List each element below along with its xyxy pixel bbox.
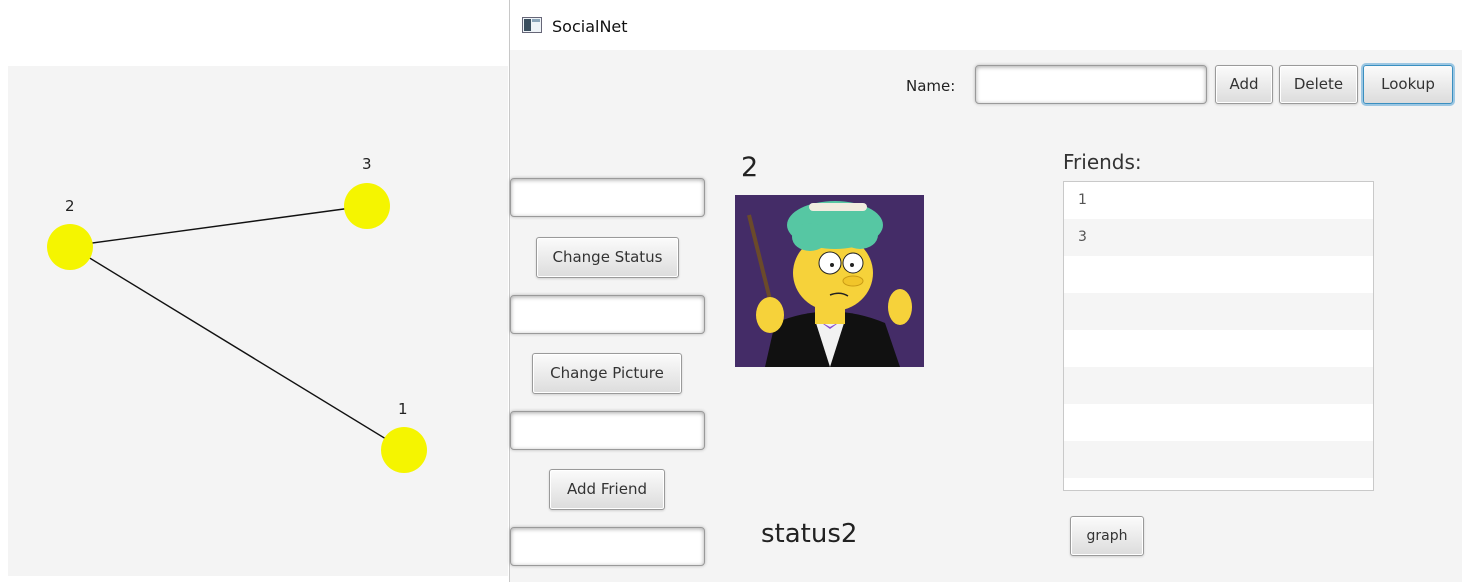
list-item[interactable] xyxy=(1064,404,1373,441)
socialnet-window: SocialNet Name: Add Delete Lookup Change… xyxy=(509,0,1462,582)
change-status-button[interactable]: Change Status xyxy=(536,237,679,278)
graph-node-3[interactable] xyxy=(344,183,390,229)
change-picture-button[interactable]: Change Picture xyxy=(532,353,682,394)
status-text: status2 xyxy=(761,519,858,549)
add-friend-button[interactable]: Add Friend xyxy=(549,469,665,510)
name-label: Name: xyxy=(906,77,956,95)
picture-input[interactable] xyxy=(510,295,705,334)
status-input[interactable] xyxy=(510,178,705,217)
graph-button[interactable]: graph xyxy=(1070,516,1144,556)
list-item[interactable]: 3 xyxy=(1064,219,1373,256)
friends-list[interactable]: 1 3 xyxy=(1063,181,1374,491)
list-item[interactable] xyxy=(1064,330,1373,367)
window-title: SocialNet xyxy=(552,17,628,36)
add-button[interactable]: Add xyxy=(1215,65,1273,104)
name-input[interactable] xyxy=(975,65,1207,104)
title-bar: SocialNet xyxy=(510,0,1462,50)
list-item[interactable] xyxy=(1064,256,1373,293)
friends-label: Friends: xyxy=(1063,150,1142,174)
list-item[interactable]: 1 xyxy=(1064,182,1373,219)
list-item[interactable] xyxy=(1064,441,1373,478)
graph-edge-2-1 xyxy=(69,245,405,451)
graph-node-label-3: 3 xyxy=(362,155,372,173)
graph-edge-2-3 xyxy=(69,205,367,247)
graph-window: 3 2 1 xyxy=(8,66,508,576)
delete-button[interactable]: Delete xyxy=(1279,65,1358,104)
list-item[interactable] xyxy=(1064,367,1373,404)
graph-node-label-2: 2 xyxy=(65,197,75,215)
bottom-input[interactable] xyxy=(510,527,705,566)
graph-node-1[interactable] xyxy=(381,427,427,473)
lookup-button[interactable]: Lookup xyxy=(1363,65,1453,104)
profile-picture xyxy=(735,195,924,367)
java-app-icon xyxy=(522,17,542,33)
list-item[interactable] xyxy=(1064,293,1373,330)
graph-node-label-1: 1 xyxy=(398,400,408,418)
profile-name: 2 xyxy=(741,152,759,183)
graph-node-2[interactable] xyxy=(47,224,93,270)
graph-canvas: 3 2 1 xyxy=(47,155,427,473)
friend-input[interactable] xyxy=(510,411,705,450)
